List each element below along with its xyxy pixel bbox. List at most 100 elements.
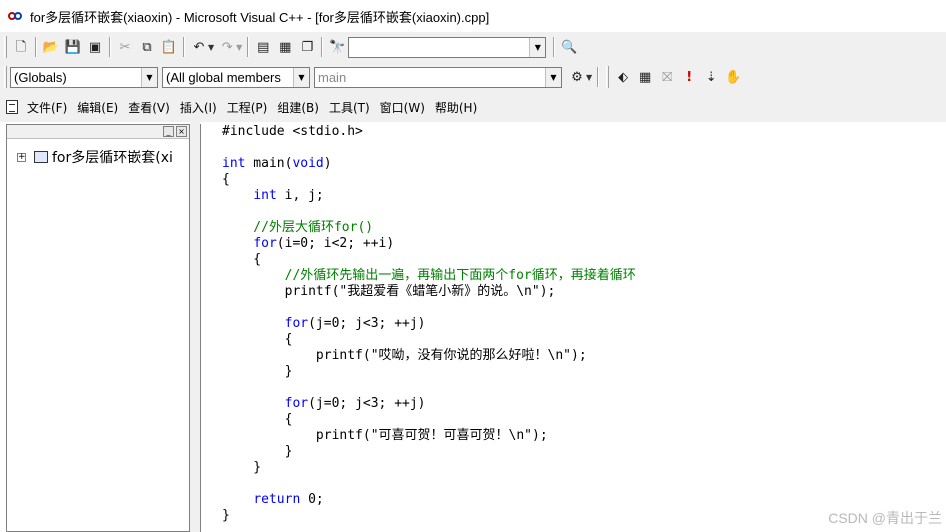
code-line[interactable]: for(i=0; i<2; ++i) <box>222 236 394 252</box>
toolbar-separator <box>553 37 556 57</box>
wizard-bar: (Globals) ▼ (All global members ▼ main ▼… <box>0 62 946 92</box>
close-icon[interactable]: × <box>176 126 187 137</box>
visual-cpp-app-icon <box>8 10 24 22</box>
menu-insert[interactable]: 插入(I) <box>175 99 222 116</box>
code-keyword: for <box>284 396 309 411</box>
filter-combo-value: (All global members <box>166 69 281 85</box>
watermark: CSDN @青出于兰 <box>828 510 942 526</box>
build-icon[interactable]: ▦ <box>634 66 656 88</box>
expand-plus-icon[interactable]: + <box>17 152 26 162</box>
code-line[interactable]: printf("我超爱看《蜡笔小新》的说。\n"); <box>222 284 556 300</box>
code-line[interactable]: //外层大循环for() <box>222 220 373 236</box>
standard-toolbar: 🗋 📂 💾 ▣ ✂ ⧉ 📋 ↶ ▼ ↷ ▼ ▤ ▦ ❐ 🔭 ▼ 🔍 <box>0 32 946 62</box>
go-icon[interactable]: ⇣ <box>700 66 722 88</box>
toolbar-grip[interactable] <box>4 66 7 88</box>
document-icon[interactable] <box>6 100 18 114</box>
window-list-icon[interactable]: ❐ <box>296 36 318 58</box>
code-line[interactable]: for(j=0; j<3; ++j) <box>222 396 426 412</box>
minimize-icon[interactable]: _ <box>163 126 174 137</box>
chevron-down-icon[interactable]: ▼ <box>293 67 309 87</box>
workspace-icon[interactable]: ▤ <box>252 36 274 58</box>
code-comment: //外循环先输出一遍，再输出下面两个for循环，再接着循环 <box>222 268 636 283</box>
chevron-down-icon[interactable]: ▼ <box>545 67 561 87</box>
new-file-icon[interactable]: 🗋 <box>10 36 32 58</box>
find-combo[interactable]: ▼ <box>348 36 547 58</box>
code-line[interactable]: { <box>222 412 293 428</box>
code-line[interactable]: } <box>222 508 230 524</box>
menu-view[interactable]: 查看(V) <box>123 99 175 116</box>
code-line[interactable]: } <box>222 460 261 476</box>
workspace-header: _ × <box>7 125 189 139</box>
tree-item-label[interactable]: for多层循环嵌套(xi <box>52 147 173 167</box>
toolbar-separator <box>109 37 111 57</box>
compile-icon[interactable]: ⬖ <box>612 66 634 88</box>
undo-dropdown-icon[interactable]: ▼ <box>208 43 214 52</box>
tree-item-workspace[interactable]: + for多层循环嵌套(xi <box>17 147 173 167</box>
code-text: } <box>222 444 293 459</box>
code-line[interactable]: printf("可喜可贺！可喜可贺！\n"); <box>222 428 548 444</box>
menu-project[interactable]: 工程(P) <box>222 99 273 116</box>
find-in-files-icon[interactable]: 🔭 <box>326 36 348 58</box>
code-line[interactable]: int main(void) <box>222 156 332 172</box>
menu-edit[interactable]: 编辑(E) <box>72 99 123 116</box>
wizard-action-dropdown-icon[interactable]: ▼ <box>586 73 592 82</box>
menu-file[interactable]: 文件(F) <box>22 99 72 116</box>
toolbar-separator <box>597 67 600 87</box>
menu-help[interactable]: 帮助(H) <box>430 99 482 116</box>
code-line[interactable]: int i, j; <box>222 188 323 204</box>
paste-icon[interactable]: 📋 <box>158 36 180 58</box>
code-text: } <box>222 508 230 523</box>
code-line[interactable]: printf("哎呦，没有你说的那么好啦！\n"); <box>222 348 587 364</box>
menu-window[interactable]: 窗口(W) <box>375 99 430 116</box>
code-line[interactable]: #include <stdio.h> <box>222 124 363 140</box>
open-folder-icon[interactable]: 📂 <box>40 36 62 58</box>
copy-icon[interactable]: ⧉ <box>136 36 158 58</box>
cut-icon[interactable]: ✂ <box>114 36 136 58</box>
code-keyword: for <box>253 236 277 251</box>
chevron-down-icon[interactable]: ▼ <box>141 67 157 87</box>
chevron-down-icon[interactable]: ▼ <box>529 37 546 57</box>
code-keyword: int <box>253 188 277 203</box>
code-editor[interactable]: #include <stdio.h> int main(void){ int i,… <box>200 124 946 532</box>
redo-dropdown-icon[interactable]: ▼ <box>236 43 242 52</box>
code-line[interactable]: { <box>222 332 293 348</box>
toolbar-grip[interactable] <box>606 66 610 88</box>
code-line[interactable]: //外循环先输出一遍，再输出下面两个for循环，再接着循环 <box>222 268 636 284</box>
wizard-action-icon[interactable]: ⚙ <box>566 66 588 88</box>
code-line[interactable]: { <box>222 172 230 188</box>
code-text: (j=0; j<3; ++j) <box>308 396 426 411</box>
class-combo[interactable]: (Globals) ▼ <box>10 66 158 88</box>
class-combo-value: (Globals) <box>14 69 67 85</box>
code-line[interactable]: { <box>222 252 261 268</box>
toolbar-separator <box>247 37 250 57</box>
code-line[interactable]: for(j=0; j<3; ++j) <box>222 316 426 332</box>
breakpoint-icon[interactable]: ✋ <box>722 66 744 88</box>
save-icon[interactable]: 💾 <box>62 36 84 58</box>
member-combo-value: main <box>318 69 347 85</box>
code-text: 0; <box>300 492 324 507</box>
code-line[interactable]: } <box>222 444 293 460</box>
find-icon[interactable]: 🔍 <box>558 36 580 58</box>
member-combo[interactable]: main ▼ <box>314 66 562 88</box>
undo-icon[interactable]: ↶ <box>188 36 210 58</box>
code-text: (j=0; j<3; ++j) <box>308 316 426 331</box>
code-comment: //外层大循环for() <box>222 220 374 235</box>
execute-icon[interactable]: ! <box>678 66 700 88</box>
toolbar-separator <box>35 37 37 57</box>
workspace-panel: _ × + for多层循环嵌套(xi <box>6 124 190 532</box>
toolbar-grip[interactable] <box>4 36 7 58</box>
output-icon[interactable]: ▦ <box>274 36 296 58</box>
redo-icon[interactable]: ↷ <box>216 36 238 58</box>
toolbar-separator <box>321 37 324 57</box>
panel-splitter[interactable] <box>190 122 200 532</box>
menu-tools[interactable]: 工具(T) <box>324 99 375 116</box>
filter-combo[interactable]: (All global members ▼ <box>162 66 310 88</box>
code-line[interactable]: return 0; <box>222 492 324 508</box>
menu-build[interactable]: 组建(B) <box>272 99 324 116</box>
save-all-icon[interactable]: ▣ <box>84 36 106 58</box>
code-keyword: for <box>284 316 309 331</box>
code-line[interactable]: } <box>222 364 293 380</box>
stop-build-icon[interactable]: ⛝ <box>656 66 678 88</box>
